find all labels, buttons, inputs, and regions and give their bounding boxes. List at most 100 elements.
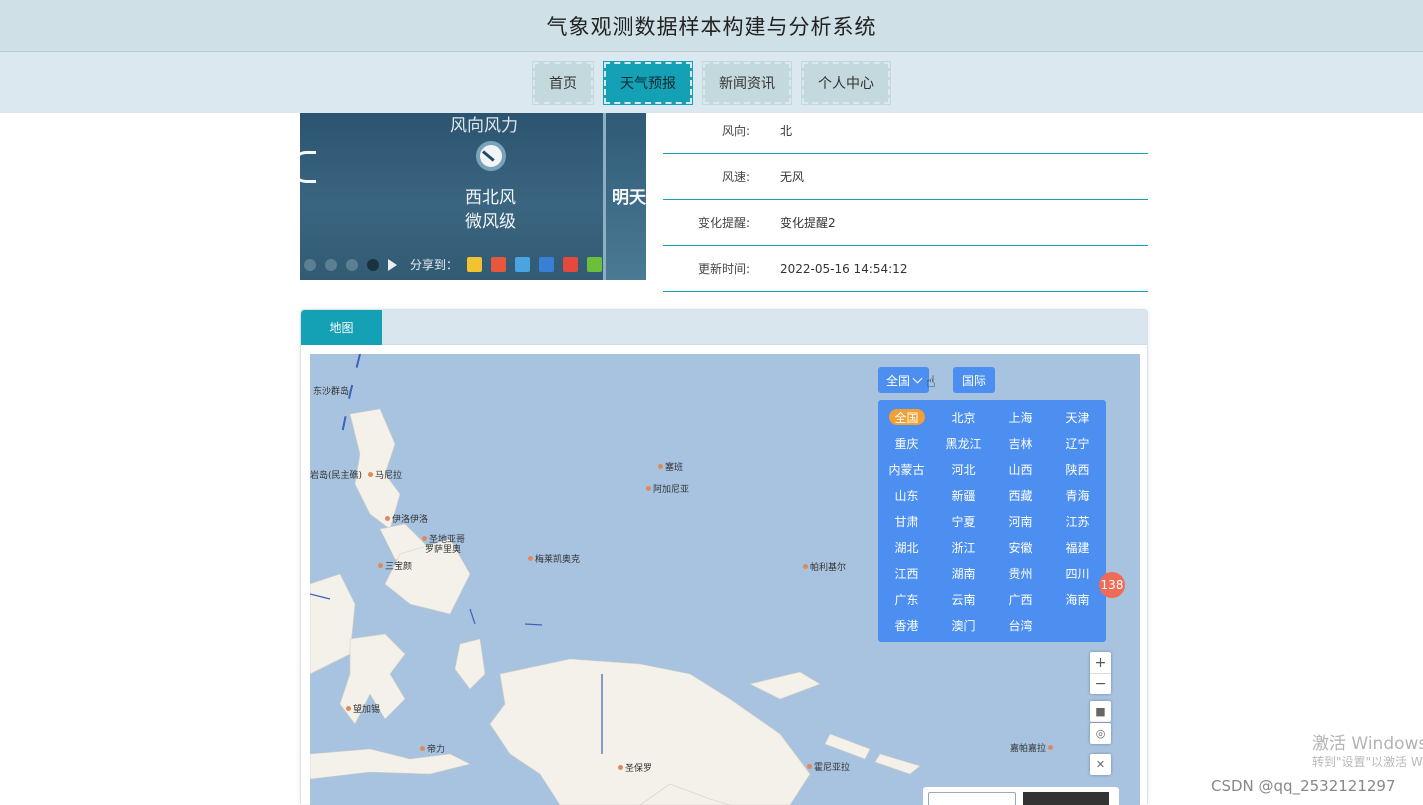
message-icon <box>515 257 531 272</box>
region-option[interactable]: 澳门 <box>935 612 992 638</box>
info-row-wind-speed: 风速: 无风 <box>663 154 1148 200</box>
wind-direction-key: 风向: <box>721 124 750 138</box>
place-label: 岩岛(民主礁) <box>310 471 363 481</box>
main-nav: 首页 天气预报 新闻资讯 个人中心 <box>0 52 1423 113</box>
region-option[interactable]: 山西 <box>992 456 1049 482</box>
region-option[interactable]: 四川 <box>1049 560 1106 586</box>
region-option[interactable]: 浙江 <box>935 534 992 560</box>
region-option[interactable]: 陕西 <box>1049 456 1106 482</box>
nav-dot-icon <box>346 258 358 271</box>
compass-icon <box>476 141 506 171</box>
place-label: 伊洛伊洛 <box>385 512 428 525</box>
region-option[interactable]: 北京 <box>935 404 992 430</box>
place-label: 嘉帕嘉拉 <box>1010 741 1054 754</box>
place-label: 塞班 <box>658 460 683 473</box>
info-row-wind-direction: 风向: 北 <box>663 108 1148 154</box>
region-option[interactable]: 香港 <box>878 612 935 638</box>
weather-widget-image: 风向风力 西北风 微风级 明天 分享到： <box>300 113 646 280</box>
weather-map[interactable]: 东沙群岛 岩岛(民主礁) 马尼拉 塞班 阿加尼亚 伊洛伊洛 圣地亚哥 罗萨里奥 … <box>310 354 1140 805</box>
place-label: 圣保罗 <box>618 761 652 774</box>
wind-speed-value: 无风 <box>780 170 805 184</box>
bracket-shape <box>300 151 316 183</box>
region-option[interactable]: 海南 <box>1049 586 1106 612</box>
china-button-label: 全国 <box>886 373 911 388</box>
locate-icon[interactable]: ◎ <box>1090 723 1111 744</box>
layer-switcher[interactable] <box>923 787 1119 805</box>
region-option[interactable]: 广西 <box>992 586 1049 612</box>
nav-news[interactable]: 新闻资讯 <box>702 60 792 105</box>
region-option[interactable]: 江苏 <box>1049 508 1106 534</box>
wind-direction-value: 北 <box>780 124 793 138</box>
change-reminder-value: 变化提醒2 <box>780 216 836 230</box>
tab-map[interactable]: 地图 <box>301 310 382 345</box>
count-badge[interactable]: 138 <box>1099 572 1125 598</box>
region-option[interactable]: 吉林 <box>992 430 1049 456</box>
nav-home[interactable]: 首页 <box>532 60 594 105</box>
tomorrow-label: 明天 <box>612 188 646 208</box>
map-card: 地图 东沙群岛 岩岛(民主礁) 马尼拉 塞班 阿加尼亚 伊洛伊洛 圣地亚哥 罗萨… <box>300 309 1148 805</box>
nav-dot-icon <box>325 258 337 271</box>
collapse-icon[interactable]: ✕ <box>1090 754 1111 775</box>
region-option[interactable]: 上海 <box>992 404 1049 430</box>
share-row: 分享到： <box>304 256 603 273</box>
region-option[interactable]: 安徽 <box>992 534 1049 560</box>
plus-icon <box>587 257 603 272</box>
china-map-icon[interactable]: ■ <box>1090 701 1111 722</box>
change-reminder-key: 变化提醒: <box>697 216 750 230</box>
region-option[interactable]: 湖南 <box>935 560 992 586</box>
nav-weather-forecast[interactable]: 天气预报 <box>603 60 693 105</box>
windows-activation-hint: 转到"设置"以激活 W <box>1312 755 1423 769</box>
region-option[interactable]: 青海 <box>1049 482 1106 508</box>
region-option[interactable]: 全国 <box>888 409 925 425</box>
region-option[interactable]: 重庆 <box>878 430 935 456</box>
region-option[interactable]: 江西 <box>878 560 935 586</box>
update-time-value: 2022-05-16 14:54:12 <box>780 261 908 276</box>
place-label: 帝力 <box>420 742 445 755</box>
region-option[interactable]: 内蒙古 <box>878 456 935 482</box>
title-bar: 气象观测数据样本构建与分析系统 <box>0 0 1423 52</box>
region-option[interactable]: 山东 <box>878 482 935 508</box>
region-option[interactable]: 贵州 <box>992 560 1049 586</box>
region-option[interactable]: 宁夏 <box>935 508 992 534</box>
kaixin-icon <box>563 257 579 272</box>
zoom-control: + − <box>1090 652 1111 694</box>
nav-personal-center[interactable]: 个人中心 <box>801 60 891 105</box>
share-label: 分享到： <box>410 258 459 272</box>
place-label: 梅莱凯奥克 <box>528 552 580 565</box>
info-row-change-reminder: 变化提醒: 变化提醒2 <box>663 200 1148 246</box>
chevron-down-icon <box>912 373 923 383</box>
region-option[interactable]: 黑龙江 <box>935 430 992 456</box>
wind-direction-text: 西北风 <box>465 188 516 208</box>
region-option[interactable]: 天津 <box>1049 404 1106 430</box>
region-option[interactable]: 湖北 <box>878 534 935 560</box>
map-tabbar <box>301 310 1147 345</box>
international-button[interactable]: 国际 <box>953 367 996 393</box>
region-option[interactable]: 云南 <box>935 586 992 612</box>
renren-icon <box>539 257 555 272</box>
nav-dot-icon <box>304 258 316 271</box>
layer-select[interactable] <box>928 792 1016 805</box>
region-option[interactable]: 河北 <box>935 456 992 482</box>
region-option[interactable]: 甘肃 <box>878 508 935 534</box>
layer-thumbnail[interactable] <box>1023 792 1109 805</box>
place-label: 东沙群岛 <box>313 387 350 397</box>
zoom-out-button[interactable]: − <box>1090 673 1111 694</box>
csdn-watermark: CSDN @qq_2532121297 <box>1211 777 1396 795</box>
region-option[interactable]: 新疆 <box>935 482 992 508</box>
region-option[interactable]: 西藏 <box>992 482 1049 508</box>
region-option[interactable]: 福建 <box>1049 534 1106 560</box>
place-label: 罗萨里奥 <box>425 545 462 555</box>
nav-dot-icon <box>367 258 379 271</box>
place-label: 望加锡 <box>346 702 380 715</box>
wind-label: 风向风力 <box>450 116 518 136</box>
region-option[interactable]: 辽宁 <box>1049 430 1106 456</box>
qzone-icon <box>467 257 483 272</box>
region-option[interactable]: 台湾 <box>992 612 1049 638</box>
place-label: 马尼拉 <box>368 468 402 481</box>
place-label: 阿加尼亚 <box>646 482 689 495</box>
zoom-in-button[interactable]: + <box>1090 652 1111 673</box>
region-option[interactable]: 河南 <box>992 508 1049 534</box>
info-row-update-time: 更新时间: 2022-05-16 14:54:12 <box>663 246 1148 292</box>
region-option[interactable]: 广东 <box>878 586 935 612</box>
china-region-dropdown[interactable]: 全国 <box>878 367 930 393</box>
